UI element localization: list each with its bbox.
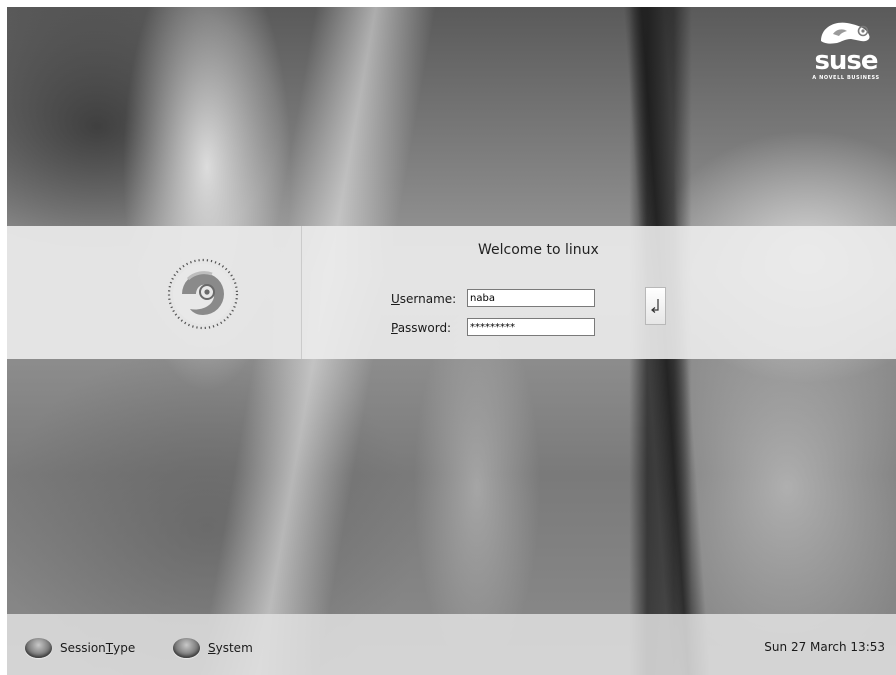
emblem-panel [7, 226, 302, 359]
geeko-emblem-icon [167, 258, 239, 330]
system-label-mnemonic: S [208, 641, 216, 655]
username-label-mnemonic: U [391, 292, 400, 306]
logo-wordmark: suse [814, 46, 878, 76]
return-arrow-icon [650, 299, 659, 313]
logo-tagline: A NOVELL BUSINESS [812, 75, 880, 81]
password-label-text: assword: [397, 321, 452, 335]
clock: Sun 27 March 13:53 [764, 640, 885, 654]
login-panel: Welcome to linux Username: Password: [7, 226, 896, 359]
system-orb-icon [173, 638, 200, 658]
password-label-mnemonic: P [391, 321, 398, 335]
password-label: Password: [391, 321, 451, 335]
password-field[interactable] [467, 318, 595, 336]
username-field[interactable] [467, 289, 595, 307]
username-label-text: sername: [399, 292, 457, 306]
system-label-post: ystem [215, 641, 253, 655]
session-type-label-post: ype [113, 641, 136, 655]
session-type-label-pre: Session [60, 641, 106, 655]
login-screen: suse A NOVELL BUSINESS Welcome to linux … [7, 7, 896, 675]
session-type-label-mnemonic: T [105, 641, 114, 655]
suse-logo: suse A NOVELL BUSINESS [804, 15, 888, 90]
chameleon-icon [821, 22, 870, 44]
system-button[interactable]: System [173, 637, 253, 659]
session-type-button[interactable]: Session Type [25, 637, 135, 659]
bottom-bar: Session Type System Sun 27 March 13:53 [7, 614, 896, 675]
username-label: Username: [391, 292, 456, 306]
session-type-orb-icon [25, 638, 52, 658]
welcome-heading: Welcome to linux [478, 242, 599, 258]
login-submit-button[interactable] [645, 287, 666, 325]
